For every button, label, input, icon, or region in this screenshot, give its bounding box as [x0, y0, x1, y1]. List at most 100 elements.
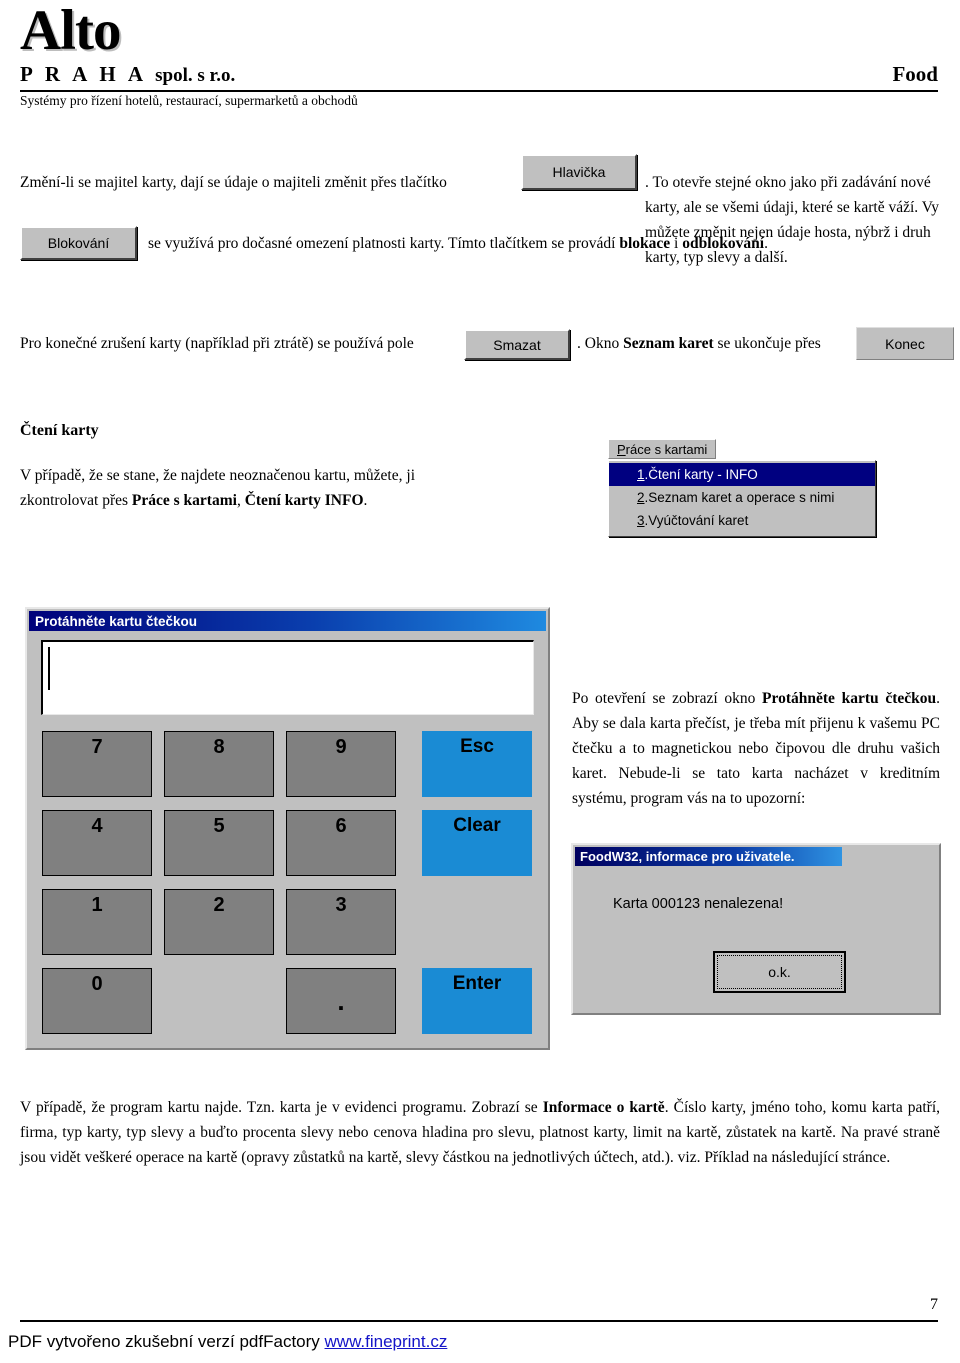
keypad-key-5[interactable]: 5 — [164, 810, 274, 876]
konec-button[interactable]: Konec — [856, 327, 954, 360]
paragraph-swipe-lead: Po otevření se zobrazí okno — [572, 690, 763, 707]
paragraph-card-info-lead: V případě, že program kartu najde. Tzn. … — [20, 1099, 543, 1116]
paragraph-swipe-explanation: Po otevření se zobrazí okno Protáhněte k… — [572, 686, 940, 811]
keypad-key-0-label: 0 — [91, 973, 103, 995]
paragraph-owner-change-lead: Změní-li se majitel karty, dají se údaje… — [20, 174, 447, 191]
message-box-card-not-found: FoodW32, informace pro uživatele. Karta … — [571, 843, 941, 1015]
pdf-factory-note-text: PDF vytvořeno zkušební verzí pdfFactory — [8, 1332, 325, 1351]
card-number-input[interactable] — [41, 640, 534, 715]
keypad-key-8-label: 8 — [213, 736, 225, 758]
text-caret — [48, 647, 50, 690]
menubar-item-prace-s-kartami[interactable]: Práce s kartami — [608, 439, 717, 459]
product-name: Food — [892, 62, 938, 86]
menu-item-cteni-karty-info[interactable]: 1.Čtení karty - INFO — [609, 463, 875, 486]
keypad-key-5-label: 5 — [213, 815, 225, 837]
menu-item-2-label: .Seznam karet a operace s nimi — [644, 490, 835, 505]
paragraph-blocking-end: . — [764, 235, 768, 252]
paragraph-blocking-conj: i — [670, 235, 683, 252]
card-swipe-dialog-title: Protáhněte kartu čtečkou — [35, 613, 198, 629]
paragraph-delete-mid: . Okno — [577, 335, 624, 352]
company-logo: Alto — [20, 0, 121, 62]
company-legal-form: spol. s r.o. — [155, 65, 236, 86]
paragraph-card-reading-end: . — [363, 492, 368, 509]
paragraph-blocking: se využívá pro dočasné omezení platnosti… — [148, 231, 938, 256]
document-page: Alto P R A H A spol. s r.o. Food Systémy… — [0, 0, 960, 1363]
letterhead: Alto P R A H A spol. s r.o. Food Systémy… — [0, 0, 960, 118]
blokovani-button-label: Blokování — [47, 235, 110, 251]
keypad-key-6[interactable]: 6 — [286, 810, 396, 876]
message-box-ok-button[interactable]: o.k. — [713, 951, 846, 993]
message-box-titlebar: FoodW32, informace pro uživatele. — [575, 847, 842, 866]
keypad-key-2-label: 2 — [213, 894, 225, 916]
menu-item-1-accelerator: 1 — [637, 467, 645, 482]
menu-item-3-label: .Vyúčtování karet — [644, 513, 749, 528]
keypad-key-3-label: 3 — [335, 894, 347, 916]
keypad-key-decimal[interactable]: . — [286, 968, 396, 1034]
section-heading-cteni-karty: Čtení karty — [20, 422, 99, 439]
paragraph-blocking-lead: se využívá pro dočasné omezení platnosti… — [148, 235, 620, 252]
message-box-ok-label: o.k. — [768, 964, 791, 980]
footer-divider — [20, 1320, 938, 1322]
keypad-key-enter-label: Enter — [452, 973, 502, 994]
keypad-key-0[interactable]: 0 — [42, 968, 152, 1034]
company-name: P R A H A spol. s r.o. — [20, 62, 235, 87]
page-number: 7 — [930, 1296, 938, 1313]
term-blokace: blokace — [619, 235, 671, 252]
term-cteni-karty-info: Čtení karty INFO — [244, 492, 364, 509]
menubar-accelerator: P — [617, 441, 626, 457]
header-divider — [20, 90, 938, 92]
paragraph-card-info: V případě, že program kartu najde. Tzn. … — [20, 1095, 940, 1170]
message-box-title: FoodW32, informace pro uživatele. — [580, 849, 795, 864]
paragraph-delete-tail: . Okno Seznam karet se ukončuje přes — [577, 331, 852, 356]
keypad-key-9[interactable]: 9 — [286, 731, 396, 797]
menu-item-vyuctovani-karet[interactable]: 3.Vyúčtování karet — [609, 509, 875, 532]
keypad-key-enter[interactable]: Enter — [422, 968, 532, 1034]
keypad-key-2[interactable]: 2 — [164, 889, 274, 955]
fineprint-link[interactable]: www.fineprint.cz — [325, 1332, 448, 1351]
keypad-key-esc[interactable]: Esc — [422, 731, 532, 797]
menu-item-2-accelerator: 2 — [637, 490, 645, 505]
company-tagline: Systémy pro řízení hotelů, restaurací, s… — [20, 93, 358, 108]
paragraph-delete-lead: Pro konečné zrušení karty (například při… — [20, 335, 414, 352]
keypad-key-4[interactable]: 4 — [42, 810, 152, 876]
keypad-key-esc-label: Esc — [460, 736, 494, 757]
keypad-key-7[interactable]: 7 — [42, 731, 152, 797]
hlavicka-button-label: Hlavička — [552, 164, 606, 180]
term-prace-s-kartami: Práce s kartami — [131, 492, 237, 509]
company-city: P R A H A — [20, 62, 146, 86]
blokovani-button[interactable]: Blokování — [20, 226, 137, 260]
menu-dropdown-pane: 1.Čtení karty - INFO 2.Seznam karet a op… — [608, 460, 876, 537]
keypad-key-4-label: 4 — [91, 815, 103, 837]
pdf-factory-note: PDF vytvořeno zkušební verzí pdfFactory … — [8, 1332, 447, 1352]
menu-item-1-label: .Čtení karty - INFO — [644, 467, 758, 482]
keypad-key-clear[interactable]: Clear — [422, 810, 532, 876]
term-informace-o-karte: Informace o kartě — [542, 1099, 665, 1116]
term-seznam-karet: Seznam karet — [623, 335, 714, 352]
menu-prace-s-kartami[interactable]: Práce s kartami 1.Čtení karty - INFO 2.S… — [608, 439, 883, 539]
hlavicka-button[interactable]: Hlavička — [521, 154, 637, 190]
menu-item-seznam-karet[interactable]: 2.Seznam karet a operace s nimi — [609, 486, 875, 509]
paragraph-card-reading-sep: , — [236, 492, 245, 509]
keypad-key-1-label: 1 — [91, 894, 103, 916]
keypad-key-decimal-label: . — [337, 985, 345, 1016]
menubar-label: ráce s kartami — [625, 441, 708, 457]
keypad-key-9-label: 9 — [335, 736, 347, 758]
keypad-key-7-label: 7 — [91, 736, 103, 758]
paragraph-delete-after: se ukončuje přes — [713, 335, 821, 352]
keypad-key-8[interactable]: 8 — [164, 731, 274, 797]
card-swipe-dialog: Protáhněte kartu čtečkou 7 8 9 Esc 4 5 6… — [25, 607, 550, 1050]
term-odblokovani: odblokování — [682, 235, 765, 252]
konec-button-label: Konec — [885, 335, 925, 352]
message-box-text: Karta 000123 nenalezena! — [613, 896, 784, 912]
keypad-key-1[interactable]: 1 — [42, 889, 152, 955]
card-swipe-dialog-titlebar: Protáhněte kartu čtečkou — [29, 611, 546, 631]
paragraph-swipe-tail: . Aby se dala karta přečíst, je třeba mí… — [572, 690, 940, 807]
menu-item-3-accelerator: 3 — [637, 513, 645, 528]
keypad-key-3[interactable]: 3 — [286, 889, 396, 955]
keypad-key-clear-label: Clear — [453, 815, 501, 836]
paragraph-card-reading: V případě, že se stane, že najdete neozn… — [20, 463, 415, 513]
term-protahnete-kartu-ctechkou: Protáhněte kartu čtečkou — [762, 690, 937, 707]
keypad-key-6-label: 6 — [335, 815, 347, 837]
smazat-button-label: Smazat — [493, 336, 541, 353]
smazat-button[interactable]: Smazat — [464, 329, 570, 360]
